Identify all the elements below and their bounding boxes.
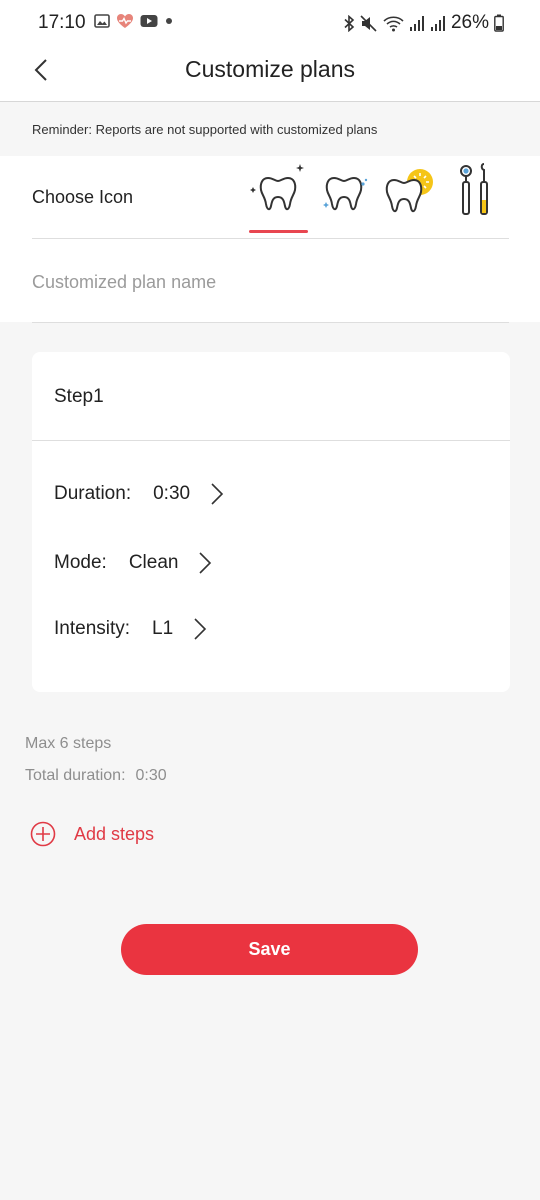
- save-button[interactable]: Save: [121, 924, 418, 975]
- divider: [32, 238, 509, 239]
- total-duration-value: 0:30: [135, 767, 167, 784]
- sparkling-tooth-icon[interactable]: [248, 160, 308, 220]
- step-title: Step1: [54, 386, 104, 407]
- bluetooth-icon: [344, 14, 355, 32]
- add-circle-icon: [30, 821, 56, 847]
- divider: [32, 440, 510, 441]
- clean-tooth-icon[interactable]: [314, 160, 374, 220]
- max-steps-text: Max 6 steps: [25, 735, 112, 752]
- intensity-label: Intensity:: [54, 618, 131, 639]
- heart-rate-icon: [117, 14, 133, 28]
- mode-label: Mode:: [54, 552, 107, 573]
- wifi-icon: [383, 15, 404, 31]
- youtube-icon: [140, 15, 158, 27]
- gallery-icon: [94, 14, 110, 28]
- signal-icon: [409, 15, 424, 31]
- divider: [32, 322, 509, 323]
- status-time: 17:10: [38, 12, 86, 33]
- status-bar: 17:10 26%: [0, 0, 540, 46]
- chevron-right-icon: [211, 483, 224, 505]
- mode-row[interactable]: Mode: Clean: [54, 551, 212, 575]
- battery-icon: [494, 14, 504, 32]
- step-card: Step1 Duration: 0:30 Mode: Clean Intensi…: [32, 352, 510, 692]
- status-right-icons: 26%: [343, 12, 504, 34]
- add-steps-label: Add steps: [74, 823, 155, 844]
- choose-icon-label: Choose Icon: [32, 187, 134, 207]
- plan-name-input[interactable]: [32, 262, 509, 302]
- reminder-text: Reminder: Reports are not supported with…: [32, 122, 378, 137]
- total-duration: Total duration: 0:30: [25, 767, 167, 785]
- duration-label: Duration:: [54, 483, 132, 504]
- intensity-row[interactable]: Intensity: L1: [54, 617, 207, 641]
- chevron-right-icon: [199, 552, 212, 574]
- mode-value: Clean: [128, 552, 179, 573]
- duration-value: 0:30: [153, 483, 191, 504]
- reminder-banner: Reminder: Reports are not supported with…: [0, 102, 540, 156]
- duration-row[interactable]: Duration: 0:30: [54, 482, 224, 506]
- total-duration-label: Total duration:: [25, 767, 126, 784]
- chevron-right-icon: [194, 618, 207, 640]
- status-left-icons: [94, 13, 174, 29]
- intensity-value: L1: [152, 618, 174, 639]
- plan-settings-card: Choose Icon: [0, 156, 540, 323]
- dental-tools-icon[interactable]: [446, 160, 506, 220]
- app-bar: Customize plans: [0, 46, 540, 102]
- dot-icon: [166, 18, 172, 24]
- page-title: Customize plans: [184, 56, 356, 82]
- whitening-tooth-icon[interactable]: [376, 160, 436, 220]
- mute-icon: [360, 14, 377, 32]
- selected-icon-indicator: [249, 230, 308, 233]
- add-steps-button[interactable]: Add steps: [30, 821, 154, 847]
- signal-icon: [430, 15, 445, 31]
- battery-percent: 26%: [450, 12, 489, 33]
